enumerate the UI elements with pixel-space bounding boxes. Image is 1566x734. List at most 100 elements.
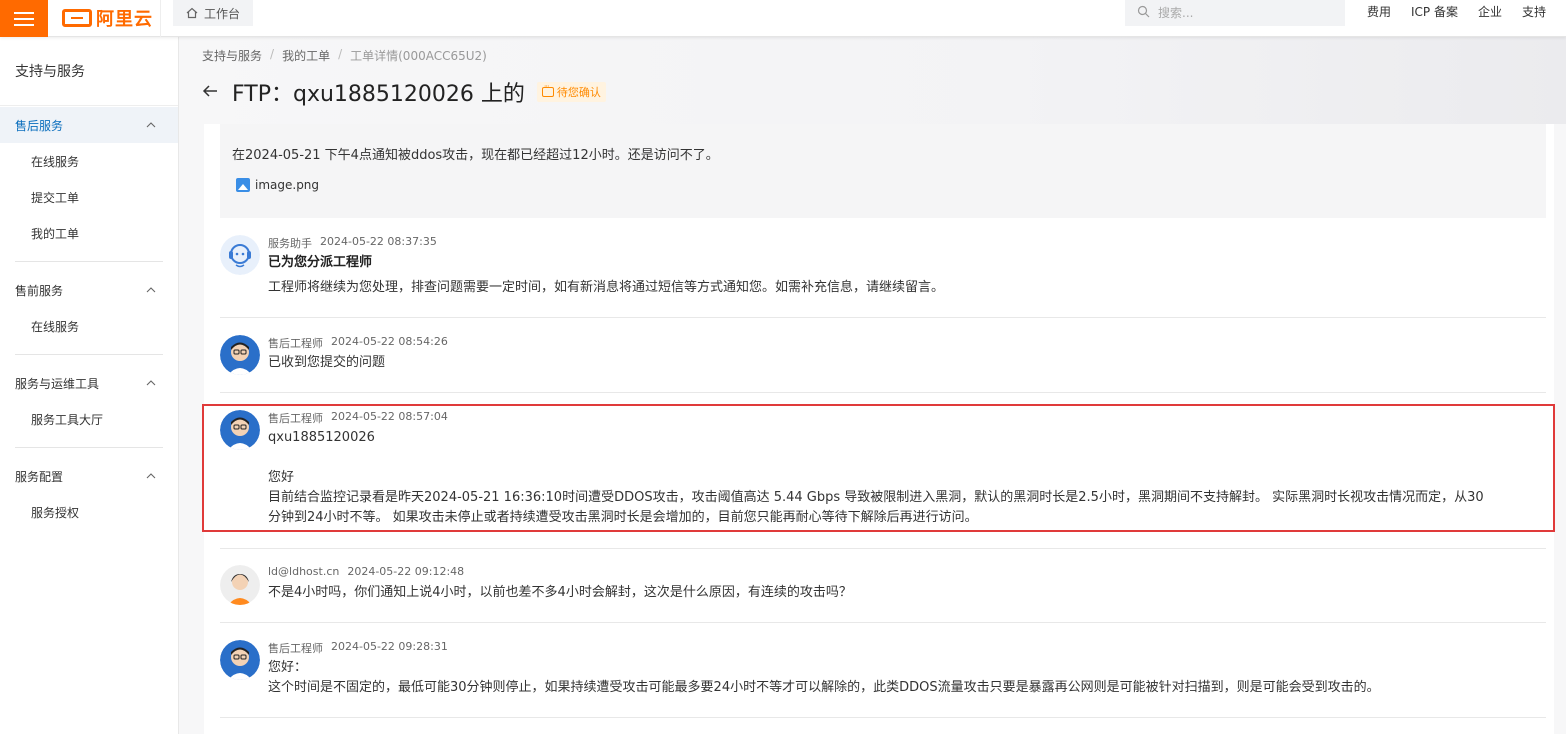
message-divider: [220, 392, 1546, 393]
sidebar-title: 支持与服务: [0, 37, 178, 106]
message-author: 服务助手: [268, 237, 312, 250]
sidebar-group-head-presales[interactable]: 售前服务: [0, 272, 178, 308]
logo-text: 阿里云: [96, 9, 153, 30]
breadcrumb-separator: /: [270, 47, 275, 61]
search-icon: [1137, 5, 1150, 22]
sidebar-group-aftersales: 售后服务 在线服务 提交工单 我的工单: [0, 107, 178, 251]
chat-icon: [541, 82, 554, 97]
message-meta: 售后工程师 2024-05-22 09:28:31: [268, 640, 448, 656]
message-headline: 已为您分派工程师: [268, 255, 373, 270]
sidebar-item-service-auth[interactable]: 服务授权: [0, 494, 178, 530]
chevron-up-icon: [146, 380, 156, 386]
top-navigation-bar: 阿里云 工作台 费用 ICP 备案 企业 支持: [0, 0, 1566, 37]
message-text: 已收到您提交的问题: [268, 355, 386, 370]
message-line: qxu1885120026: [268, 430, 375, 445]
search-box[interactable]: [1125, 0, 1345, 26]
status-text: 待您确认: [556, 86, 601, 99]
logo-divider: [160, 0, 161, 37]
message-line: 分钟到24小时不等。 如果攻击未停止或者持续遭受攻击黑洞时长是会增加的，目前您只…: [268, 510, 978, 525]
breadcrumb-current: 工单详情(000ACC65U2): [350, 49, 487, 63]
message-item: 售后工程师 2024-05-22 09:28:31 您好： 这个时间是不固定的，…: [220, 640, 1546, 710]
page-title: FTP：qxu1885120026 上的: [232, 82, 525, 107]
aliyun-logo[interactable]: 阿里云: [62, 4, 153, 32]
message-time: 2024-05-22 09:12:48: [347, 565, 465, 578]
original-message-text: 在2024-05-21 下午4点通知被ddos攻击，现在都已经超过12小时。还是…: [232, 148, 719, 163]
original-message: 在2024-05-21 下午4点通知被ddos攻击，现在都已经超过12小时。还是…: [220, 124, 1546, 218]
sidebar-group-label: 售前服务: [15, 283, 64, 298]
sidebar-group-presales: 售前服务 在线服务: [0, 272, 178, 344]
message-meta: ld@ldhost.cn 2024-05-22 09:12:48: [268, 565, 464, 578]
breadcrumb-my-tickets[interactable]: 我的工单: [282, 47, 330, 64]
message-time: 2024-05-22 08:54:26: [331, 335, 448, 348]
menu-icon[interactable]: [0, 0, 48, 37]
sidebar-item-online-service[interactable]: 在线服务: [0, 143, 178, 179]
top-link-support[interactable]: 支持: [1522, 3, 1546, 20]
workbench-label: 工作台: [204, 6, 241, 21]
sidebar-item-submit-ticket[interactable]: 提交工单: [0, 179, 178, 215]
sidebar-group-head-aftersales[interactable]: 售后服务: [0, 107, 178, 143]
chevron-up-icon: [146, 122, 156, 128]
message-divider: [220, 717, 1546, 718]
main-area: 支持与服务 / 我的工单 / 工单详情(000ACC65U2) FTP：qxu1…: [179, 37, 1566, 734]
title-row: FTP：qxu1885120026 上的 待您确认: [202, 76, 606, 108]
top-link-icp[interactable]: ICP 备案: [1411, 3, 1458, 20]
engineer-avatar: [220, 410, 260, 450]
sidebar-group-ops-tools: 服务与运维工具 服务工具大厅: [0, 365, 178, 437]
search-input[interactable]: [1158, 6, 1328, 20]
message-meta: 售后工程师 2024-05-22 08:54:26: [268, 335, 448, 351]
sidebar-divider: [15, 447, 163, 448]
chevron-up-icon: [146, 287, 156, 293]
message-meta: 售后工程师 2024-05-22 08:57:04: [268, 410, 448, 426]
breadcrumb-separator: /: [338, 47, 343, 61]
sidebar-divider: [15, 354, 163, 355]
ticket-conversation: 在2024-05-21 下午4点通知被ddos攻击，现在都已经超过12小时。还是…: [202, 124, 1555, 734]
sidebar-group-head-ops-tools[interactable]: 服务与运维工具: [0, 365, 178, 401]
message-meta: 服务助手 2024-05-22 08:37:35: [268, 235, 437, 251]
sidebar: 支持与服务 售后服务 在线服务 提交工单 我的工单 售前服务 在线服务 服务与运…: [0, 37, 179, 734]
sidebar-group-config: 服务配置 服务授权: [0, 458, 178, 530]
engineer-avatar: [220, 640, 260, 680]
message-item: 服务助手 2024-05-22 08:37:35 已为您分派工程师 工程师将继续…: [220, 235, 1546, 305]
workbench-button[interactable]: 工作台: [173, 0, 254, 26]
message-divider: [220, 548, 1546, 549]
message-author: ld@ldhost.cn: [268, 565, 340, 578]
message-line: 您好：: [268, 660, 308, 675]
image-file-icon: [236, 178, 250, 192]
attachment-link[interactable]: image.png: [236, 178, 319, 192]
top-links: 费用 ICP 备案 企业 支持: [1367, 3, 1546, 20]
message-time: 2024-05-22 09:28:31: [331, 640, 448, 653]
message-divider: [220, 317, 1546, 318]
user-avatar: [220, 565, 260, 605]
message-author: 售后工程师: [268, 337, 323, 350]
logo-icon: [62, 9, 92, 27]
engineer-avatar: [220, 335, 260, 375]
top-link-enterprise[interactable]: 企业: [1478, 3, 1502, 20]
status-badge: 待您确认: [536, 82, 606, 102]
sidebar-item-presales-online-service[interactable]: 在线服务: [0, 308, 178, 344]
home-icon: [186, 7, 198, 19]
message-item-highlighted: 售后工程师 2024-05-22 08:57:04 qxu1885120026 …: [202, 404, 1555, 532]
sidebar-group-head-config[interactable]: 服务配置: [0, 458, 178, 494]
top-link-fees[interactable]: 费用: [1367, 3, 1391, 20]
sidebar-group-label: 服务配置: [15, 469, 64, 484]
message-line: 目前结合监控记录看是昨天2024-05-21 16:36:10时间遭受DDOS攻…: [268, 490, 1484, 505]
message-divider: [220, 622, 1546, 623]
message-text: 工程师将继续为您处理，排查问题需要一定时间，如有新消息将通过短信等方式通知您。如…: [268, 280, 945, 295]
breadcrumb-support[interactable]: 支持与服务: [202, 47, 262, 64]
message-time: 2024-05-22 08:57:04: [331, 410, 448, 423]
sidebar-item-my-tickets[interactable]: 我的工单: [0, 215, 178, 251]
back-arrow-icon[interactable]: [202, 82, 222, 103]
sidebar-group-label: 服务与运维工具: [15, 376, 100, 391]
sidebar-divider: [15, 261, 163, 262]
message-author: 售后工程师: [268, 642, 323, 655]
message-text: 不是4小时吗，你们通知上说4小时，以前也差不多4小时会解封，这次是什么原因，有连…: [268, 585, 852, 600]
message-author: 售后工程师: [268, 412, 323, 425]
message-time: 2024-05-22 08:37:35: [320, 235, 437, 248]
sidebar-group-label: 售后服务: [15, 118, 64, 133]
breadcrumb: 支持与服务 / 我的工单 / 工单详情(000ACC65U2): [202, 47, 487, 64]
attachment-filename: image.png: [255, 178, 320, 192]
message-line: 这个时间是不固定的，最低可能30分钟则停止，如果持续遭受攻击可能最多要24小时不…: [268, 680, 1380, 695]
sidebar-item-tools-hall[interactable]: 服务工具大厅: [0, 401, 178, 437]
message-item: 售后工程师 2024-05-22 08:54:26 已收到您提交的问题: [220, 335, 1546, 385]
message-line: 您好: [268, 470, 295, 485]
